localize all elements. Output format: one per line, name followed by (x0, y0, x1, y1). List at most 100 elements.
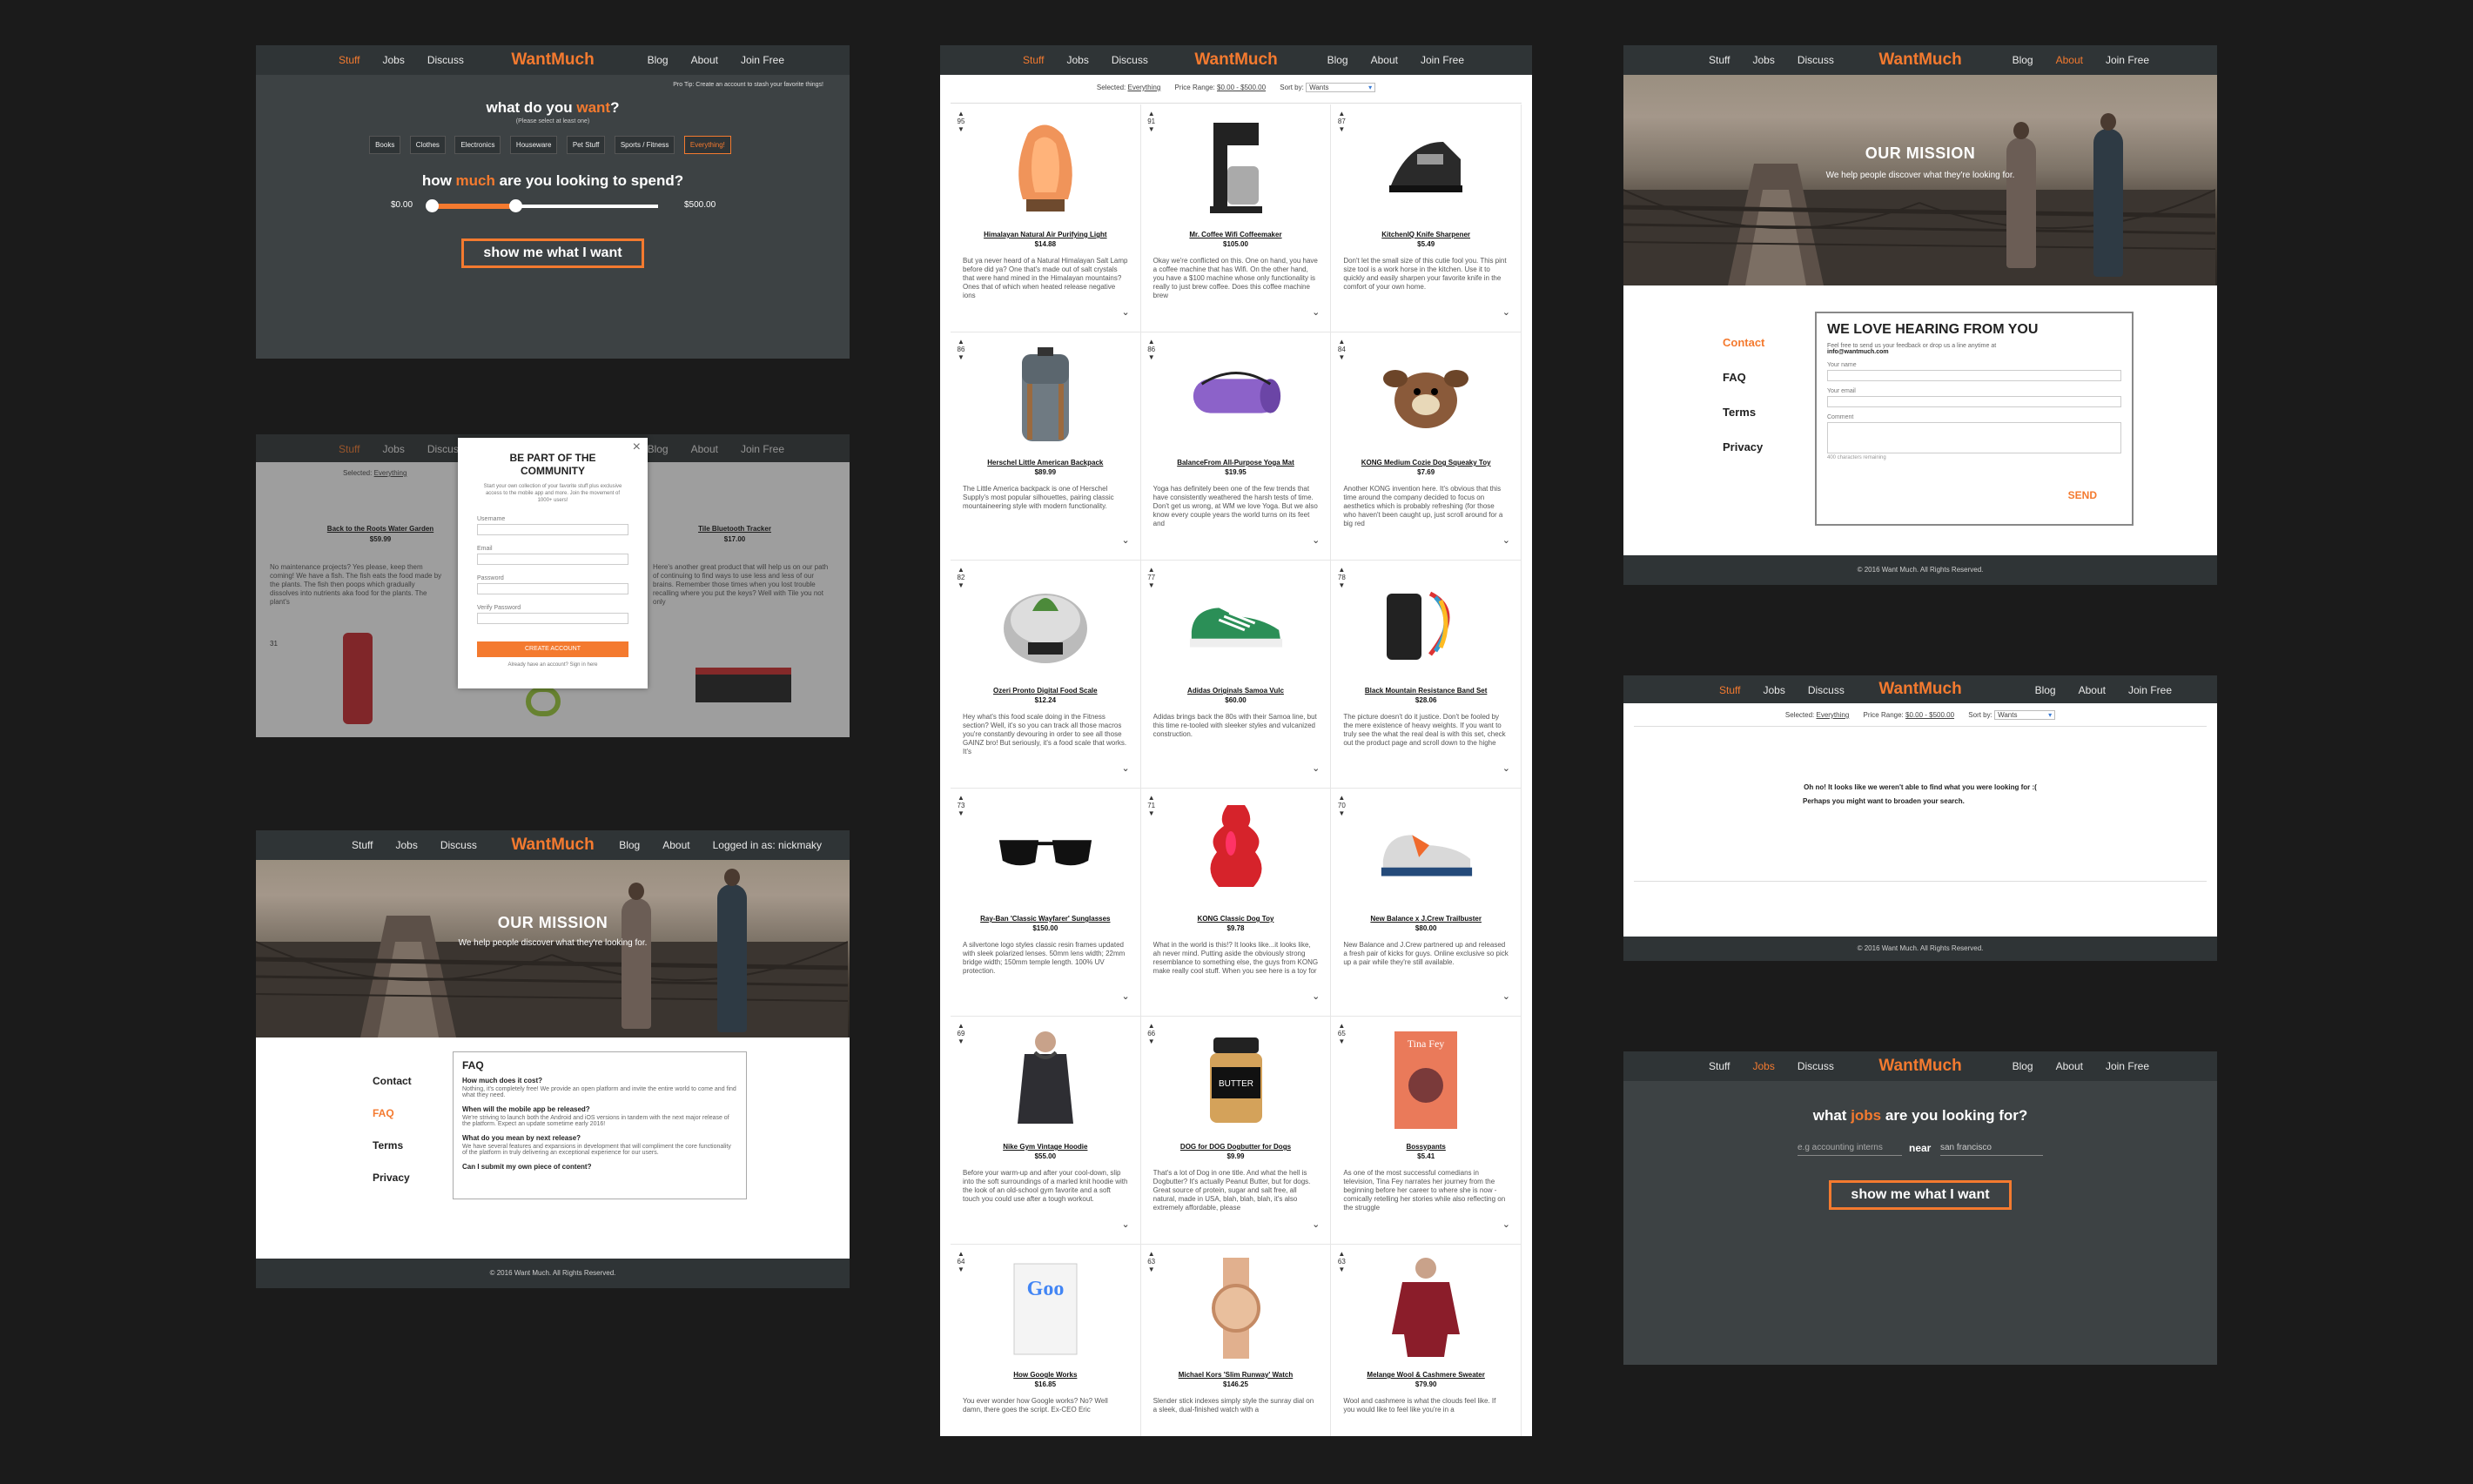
nav-about[interactable]: About (691, 54, 718, 66)
price-slider[interactable] (426, 199, 658, 212)
email-field[interactable]: Your email (1827, 388, 2121, 407)
product-card[interactable]: ▲ 63 ▼ Melange Wool & Cashmere Sweater $79.9… (1331, 1245, 1522, 1436)
sort-select[interactable]: Wants ▾ (1994, 710, 2056, 720)
nav-jobs[interactable]: Jobs (1066, 54, 1088, 66)
price-slider-max-handle[interactable] (509, 199, 523, 212)
downvote-arrow-icon[interactable]: ▼ (956, 581, 966, 589)
category-electronics[interactable]: Electronics (454, 136, 501, 154)
price-slider-min-handle[interactable] (426, 199, 439, 212)
nav-about[interactable]: About (2056, 54, 2083, 66)
dog-toy-icon[interactable] (1185, 796, 1287, 909)
downvote-arrow-icon[interactable]: ▼ (1336, 1266, 1347, 1273)
nav-jobs[interactable]: Jobs (1752, 54, 1774, 66)
side-faq[interactable]: FAQ (1723, 360, 1764, 395)
side-privacy[interactable]: Privacy (1723, 430, 1764, 465)
product-name[interactable]: Ray-Ban 'Classic Wayfarer' Sunglasses (951, 915, 1140, 923)
product-name[interactable]: Nike Gym Vintage Hoodie (951, 1143, 1140, 1151)
show-me-button[interactable]: show me what I want (1829, 1180, 2012, 1210)
sunglasses-icon[interactable] (994, 796, 1097, 909)
side-terms[interactable]: Terms (373, 1130, 412, 1162)
downvote-arrow-icon[interactable]: ▼ (1146, 125, 1157, 133)
email-field[interactable]: Email (477, 546, 628, 565)
product-card[interactable]: ▲ 86 ▼ BalanceFrom All-Purpose Yoga Mat $19.… (1140, 332, 1332, 561)
nav-jobs[interactable]: Jobs (382, 54, 404, 66)
verify-password-field[interactable]: Verify Password (477, 605, 628, 624)
expand-chevron-icon[interactable]: ⌄ (1312, 534, 1320, 546)
product-card[interactable]: ▲ 82 ▼ Ozeri Pronto Digital Food Scale $12.2… (951, 561, 1141, 789)
nav-blog[interactable]: Blog (619, 839, 640, 851)
downvote-arrow-icon[interactable]: ▼ (956, 1037, 966, 1045)
nav-stuff[interactable]: Stuff (1719, 684, 1740, 696)
product-name[interactable]: Melange Wool & Cashmere Sweater (1331, 1371, 1521, 1379)
expand-chevron-icon[interactable]: ⌄ (1502, 762, 1510, 774)
product-card[interactable]: ▲ 70 ▼ New Balance x J.Crew Trailbuster $80.… (1331, 789, 1522, 1017)
downvote-arrow-icon[interactable]: ▼ (956, 1266, 966, 1273)
downvote-arrow-icon[interactable]: ▼ (1146, 809, 1157, 817)
sort-select[interactable]: Wants ▾ (1306, 83, 1376, 92)
product-card[interactable]: ▲ 64 ▼ Goo How Google Works $16.85 You ever wo… (951, 1245, 1141, 1436)
nav-blog[interactable]: Blog (2013, 54, 2033, 66)
nav-blog[interactable]: Blog (1327, 54, 1348, 66)
product-card[interactable]: ▲ 95 ▼ Himalayan Natural Air Purifying Ligh… (951, 104, 1141, 332)
filter-price-value[interactable]: $0.00 - $500.00 (1905, 711, 1954, 719)
category-houseware[interactable]: Houseware (509, 136, 558, 154)
side-contact[interactable]: Contact (1723, 326, 1764, 360)
nav-stuff[interactable]: Stuff (339, 54, 360, 66)
upvote-arrow-icon[interactable]: ▲ (1336, 794, 1347, 802)
upvote-arrow-icon[interactable]: ▲ (1336, 1250, 1347, 1258)
nav-discuss[interactable]: Discuss (440, 839, 477, 851)
category-pet-stuff[interactable]: Pet Stuff (566, 136, 606, 154)
nav-about[interactable]: About (2079, 684, 2106, 696)
category-everything[interactable]: Everything! (683, 136, 731, 154)
plush-toy-icon[interactable] (1374, 339, 1477, 453)
product-name[interactable]: DOG for DOG Dogbutter for Dogs (1141, 1143, 1331, 1151)
expand-chevron-icon[interactable]: ⌄ (1312, 306, 1320, 318)
nav-blog[interactable]: Blog (648, 54, 669, 66)
product-name[interactable]: BalanceFrom All-Purpose Yoga Mat (1141, 459, 1331, 467)
downvote-arrow-icon[interactable]: ▼ (1336, 1037, 1347, 1045)
downvote-arrow-icon[interactable]: ▼ (956, 125, 966, 133)
expand-chevron-icon[interactable]: ⌄ (1502, 534, 1510, 546)
nav-discuss[interactable]: Discuss (427, 54, 464, 66)
nav-discuss[interactable]: Discuss (1112, 54, 1148, 66)
expand-chevron-icon[interactable]: ⌄ (1502, 1219, 1510, 1230)
product-card[interactable]: ▲ 77 ▼ Adidas Originals Samoa Vulc $60.00 Adi… (1140, 561, 1332, 789)
product-name[interactable]: KONG Classic Dog Toy (1141, 915, 1331, 923)
downvote-arrow-icon[interactable]: ▼ (956, 353, 966, 361)
downvote-arrow-icon[interactable]: ▼ (1146, 581, 1157, 589)
nav-join[interactable]: Join Free (2106, 1060, 2149, 1072)
logo[interactable]: WantMuch (1878, 1051, 1961, 1081)
category-clothes[interactable]: Clothes (409, 136, 446, 154)
product-card[interactable]: ▲ 69 ▼ Nike Gym Vintage Hoodie $55.00 Before … (951, 1017, 1141, 1245)
sweater-icon[interactable] (1374, 1252, 1477, 1365)
expand-chevron-icon[interactable]: ⌄ (1312, 1219, 1320, 1230)
expand-chevron-icon[interactable]: ⌄ (1502, 990, 1510, 1002)
expand-chevron-icon[interactable]: ⌄ (1312, 762, 1320, 774)
downvote-arrow-icon[interactable]: ▼ (1336, 125, 1347, 133)
product-name[interactable]: Black Mountain Resistance Band Set (1331, 687, 1521, 695)
product-name[interactable]: New Balance x J.Crew Trailbuster (1331, 915, 1521, 923)
upvote-arrow-icon[interactable]: ▲ (956, 566, 966, 574)
product-card[interactable]: ▲ 91 ▼ Mr. Coffee Wifi Coffeemaker $105.00 Ok… (1140, 104, 1332, 332)
product-name[interactable]: How Google Works (951, 1371, 1140, 1379)
food-scale-icon[interactable] (994, 567, 1097, 681)
username-field[interactable]: Username (477, 516, 628, 535)
downvote-arrow-icon[interactable]: ▼ (1336, 353, 1347, 361)
downvote-arrow-icon[interactable]: ▼ (1146, 1266, 1157, 1273)
faq-box[interactable]: FAQ How much does it cost? Nothing, it's… (453, 1051, 747, 1199)
watch-icon[interactable] (1185, 1252, 1287, 1365)
password-field[interactable]: Password (477, 575, 628, 594)
nav-join[interactable]: Join Free (1421, 54, 1464, 66)
where-input[interactable]: san francisco (1940, 1140, 2043, 1156)
upvote-arrow-icon[interactable]: ▲ (1336, 566, 1347, 574)
product-card[interactable]: ▲ 84 ▼ KONG Medium Cozie Dog Squeaky Toy $7.… (1331, 332, 1522, 561)
logo[interactable]: WantMuch (1878, 675, 1961, 703)
product-card[interactable]: ▲ 71 ▼ KONG Classic Dog Toy $9.78 What in the… (1140, 789, 1332, 1017)
nav-discuss[interactable]: Discuss (1798, 1060, 1834, 1072)
sign-in-link[interactable]: Already have an account? Sign in here (458, 662, 648, 668)
nav-stuff[interactable]: Stuff (1709, 54, 1730, 66)
product-name[interactable]: KitchenIQ Knife Sharpener (1331, 231, 1521, 238)
sneaker-icon[interactable] (1185, 567, 1287, 681)
logo[interactable]: WantMuch (511, 830, 594, 860)
upvote-arrow-icon[interactable]: ▲ (1146, 338, 1157, 346)
